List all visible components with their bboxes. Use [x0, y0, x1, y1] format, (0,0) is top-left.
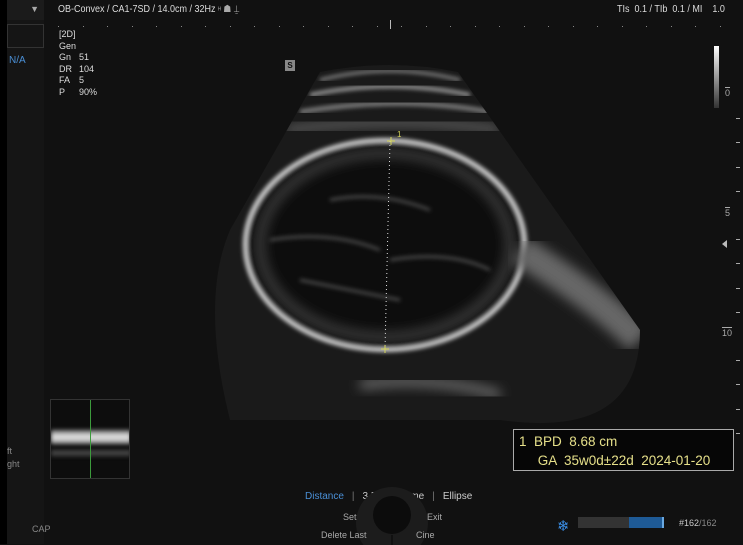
ruler-dot [58, 26, 59, 27]
frame-total: /162 [699, 518, 717, 528]
param-value: 90% [79, 86, 98, 97]
ruler-dot [254, 26, 255, 27]
depth-label: 5 [725, 208, 731, 218]
param-key: DR [59, 63, 72, 74]
cine-progress-bar[interactable] [578, 517, 664, 528]
delete-last-button[interactable]: Delete Last [321, 530, 367, 540]
preset-dropdown[interactable]: ▼ [7, 0, 44, 20]
focus-icon: ⍊ [233, 4, 240, 15]
chevron-down-icon: ▼ [30, 4, 39, 14]
ruler-dot [621, 26, 623, 27]
depth-tick [736, 166, 740, 168]
thumbnail-crosshair [90, 400, 91, 478]
mode-label: [2D] [59, 29, 76, 39]
depth-label: 10 [722, 328, 733, 338]
frame-current: #162 [679, 518, 700, 528]
depth-tick [736, 432, 740, 434]
param-row: P 90% [59, 87, 97, 99]
ruler-dot [303, 26, 304, 27]
ruler-dot [646, 26, 647, 27]
ruler-dot [180, 26, 182, 27]
left-label[interactable]: ft [7, 446, 12, 456]
cine-button[interactable]: Cine [416, 530, 435, 540]
ruler-dot [499, 26, 500, 27]
ruler-dot [156, 26, 157, 27]
param-row: Gn 51 [59, 52, 97, 64]
ruler-dot [425, 26, 427, 27]
center-marker [390, 20, 391, 29]
depth-tick [736, 142, 740, 144]
imaging-params: [2D] Gen Gn 51 DR 104 FA 5 P 90% [59, 29, 97, 98]
thermal-indices: TIs 0.1 / TIb 0.1 / MI 1.0 [617, 4, 725, 15]
ruler-dot [719, 26, 721, 27]
ruler-dot [205, 26, 206, 27]
right-label[interactable]: ght [7, 459, 20, 469]
focus-marker-icon[interactable] [722, 240, 727, 248]
param-value: 104 [79, 63, 95, 74]
ruler-dot [548, 26, 549, 27]
param-key: P [59, 86, 66, 97]
param-value: 51 [79, 52, 90, 62]
depth-label: 0 [725, 88, 731, 98]
preset-label: Gen [59, 40, 77, 51]
ruler-dot [572, 26, 574, 27]
ruler-dot [229, 26, 231, 27]
left-edge [0, 0, 7, 544]
ruler-dot [401, 26, 402, 27]
param-key: Gn [59, 52, 72, 62]
depth-tick [736, 384, 740, 386]
measurement-result-box: 1 BPD 8.68 cm GA 35w0d±22d 2024-01-20 [513, 429, 734, 471]
ga-result: GA 35w0d±22d 2024-01-20 [519, 453, 711, 468]
depth-tick [736, 263, 740, 265]
har-icon: ᴴ [218, 7, 221, 14]
param-row: FA 5 [59, 75, 97, 87]
exit-button[interactable]: Exit [427, 512, 442, 522]
tool-distance[interactable]: Distance [305, 491, 344, 502]
ruler-dot [131, 26, 133, 27]
ruler-dot [352, 26, 353, 27]
snowflake-icon[interactable]: ❄ [557, 517, 570, 535]
ruler-dot [695, 26, 696, 27]
preset-box[interactable] [7, 24, 44, 48]
depth-tick [736, 360, 740, 362]
ruler-dot [597, 26, 598, 27]
lateral-ruler [58, 21, 738, 31]
depth-tick [736, 239, 740, 241]
depth-tick [736, 311, 740, 313]
zoom-thumbnail [50, 399, 130, 479]
caliper-label: 1 [397, 130, 402, 139]
param-key: FA [59, 75, 71, 85]
ruler-dot [670, 26, 672, 27]
depth-tick [736, 287, 740, 289]
set-button[interactable]: Set [343, 512, 357, 522]
depth-tick [736, 118, 740, 120]
cine-progress-fill [629, 517, 664, 528]
ruler-dot [278, 26, 280, 27]
ruler-dot [82, 26, 84, 27]
depth-tick [736, 408, 740, 410]
cap-button[interactable]: CAP [32, 524, 51, 534]
ruler-dot [327, 26, 329, 27]
s-badge: S [285, 60, 295, 71]
bpd-result: 1 BPD 8.68 cm [519, 434, 618, 449]
ruler-dot [107, 26, 108, 27]
ruler-dot [523, 26, 525, 27]
grayscale-bar [714, 46, 719, 108]
probe-info-text: OB-Convex / CA1-7SD / 14.0cm / 32Hz [58, 4, 216, 15]
ruler-dot [474, 26, 476, 27]
biopsy-icon: ☗ [223, 4, 232, 15]
param-row: DR 104 [59, 64, 97, 76]
frame-counter: #162/162 [679, 518, 717, 528]
probe-info: OB-Convex / CA1-7SD / 14.0cm / 32Hz ᴴ ☗ … [58, 4, 239, 15]
ruler-dot [450, 26, 451, 27]
tool-ellipse[interactable]: Ellipse [443, 491, 472, 502]
param-value: 5 [79, 75, 85, 85]
preset-value[interactable]: N/A [9, 55, 26, 66]
ruler-dot [376, 26, 378, 27]
depth-tick [736, 190, 740, 192]
